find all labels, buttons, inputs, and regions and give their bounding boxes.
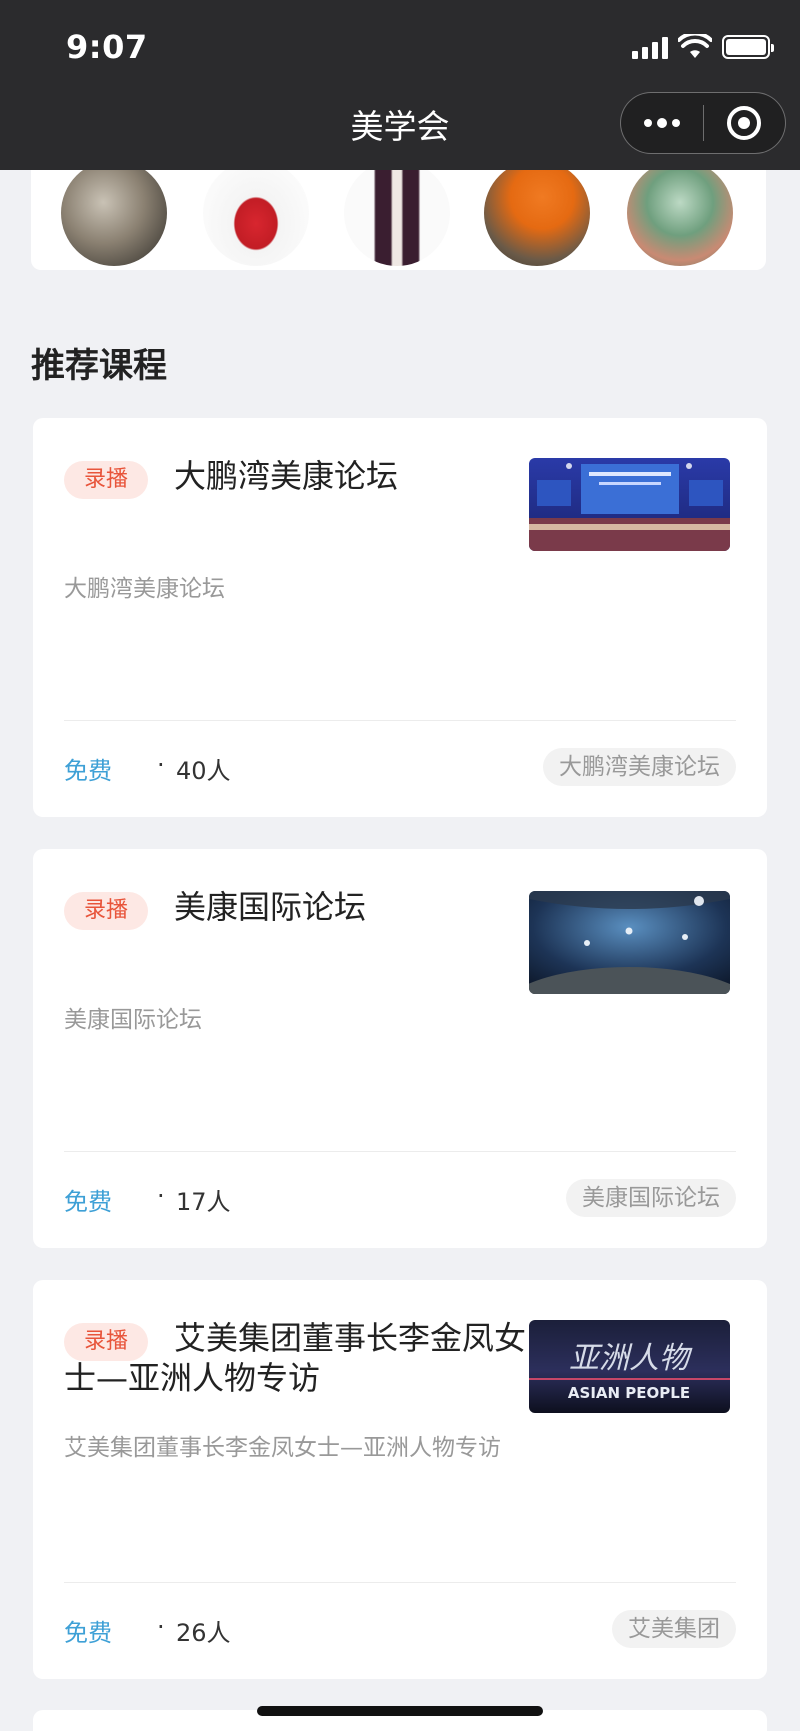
separator-dot: ·	[157, 751, 165, 779]
more-dots-icon	[643, 118, 680, 128]
course-tag[interactable]: 美康国际论坛	[566, 1179, 736, 1217]
top-bar: 9:07 美学会	[0, 0, 800, 170]
target-icon	[727, 106, 762, 140]
section-title: 推荐课程	[31, 346, 167, 386]
close-miniprogram-button[interactable]	[704, 93, 786, 153]
teacher-avatar[interactable]	[484, 160, 590, 266]
course-thumbnail	[529, 458, 730, 551]
course-card[interactable]: 大鹏湾美康论坛 录播 大鹏湾美康论坛 免费 · 40人 大鹏湾美康论坛	[33, 418, 767, 817]
miniprogram-capsule	[620, 92, 786, 154]
banner-cn-text: 亚洲人物	[569, 1341, 693, 1376]
teacher-avatar[interactable]	[203, 160, 309, 266]
course-desc: 艾美集团董事长李金凤女士—亚洲人物专访	[64, 1435, 501, 1461]
card-divider	[64, 1582, 736, 1583]
learner-count: 40人	[176, 757, 231, 785]
banner-en-text: ASIAN PEOPLE	[568, 1384, 690, 1402]
teacher-avatar[interactable]	[344, 160, 450, 266]
teacher-avatar[interactable]	[627, 160, 733, 266]
course-tag[interactable]: 大鹏湾美康论坛	[543, 748, 736, 786]
space-planet-photo-icon	[529, 891, 730, 994]
course-thumbnail: 亚洲人物 ASIAN PEOPLE	[529, 1320, 730, 1413]
course-desc: 美康国际论坛	[64, 1007, 202, 1033]
price-label: 免费	[64, 757, 112, 785]
separator-dot: ·	[157, 1613, 165, 1641]
course-card[interactable]: 美康国际论坛 录播 美康国际论坛 免费 · 17人 美康国际论坛	[33, 849, 767, 1248]
course-card[interactable]: 艾美集团董事长李金凤女士—亚洲人物专访 录播 艾美集团董事长李金凤女士—亚洲人物…	[33, 1280, 767, 1679]
teacher-avatar[interactable]	[61, 160, 167, 266]
price-label: 免费	[64, 1619, 112, 1647]
recorded-badge: 录播	[64, 461, 148, 499]
recorded-badge: 录播	[64, 1323, 148, 1361]
course-thumbnail	[529, 891, 730, 994]
more-button[interactable]	[621, 93, 703, 153]
card-divider	[64, 1151, 736, 1152]
status-icons	[632, 34, 774, 60]
course-desc: 大鹏湾美康论坛	[64, 576, 225, 602]
recorded-badge: 录播	[64, 892, 148, 930]
asian-people-banner-icon: 亚洲人物 ASIAN PEOPLE	[529, 1320, 730, 1413]
signal-icon	[632, 35, 668, 59]
status-time: 9:07	[66, 28, 148, 66]
battery-icon	[722, 35, 774, 59]
course-tag[interactable]: 艾美集团	[612, 1610, 736, 1648]
separator-dot: ·	[157, 1182, 165, 1210]
price-label: 免费	[64, 1188, 112, 1216]
learner-count: 17人	[176, 1188, 231, 1216]
home-indicator	[257, 1706, 543, 1716]
learner-count: 26人	[176, 1619, 231, 1647]
forum-stage-photo-icon	[529, 458, 730, 551]
wifi-icon	[678, 34, 712, 58]
card-divider	[64, 720, 736, 721]
